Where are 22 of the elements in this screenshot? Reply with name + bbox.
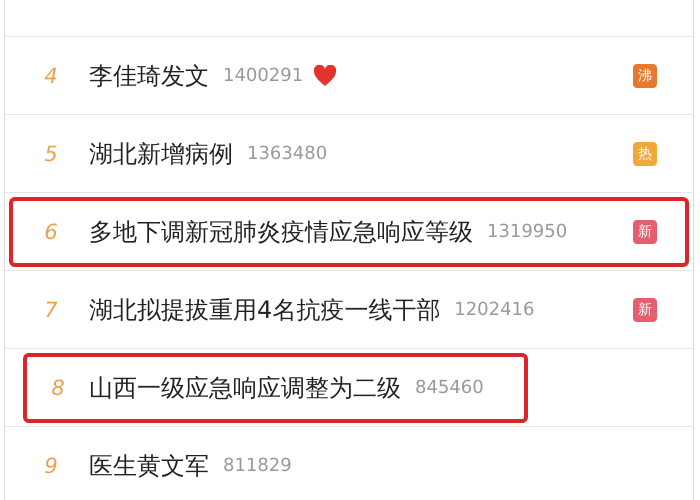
search-count: 1400291 — [223, 65, 304, 86]
rank-number: 4 — [43, 64, 59, 88]
search-count: 845460 — [415, 377, 484, 398]
topic-link[interactable]: 多地下调新冠肺炎疫情应急响应等级 — [89, 216, 473, 248]
topic-link[interactable]: 湖北拟提拔重用4名抗疫一线干部 — [89, 294, 440, 326]
tag-badge: 新 — [633, 220, 657, 244]
tag-badge: 新 — [633, 298, 657, 322]
topic-link[interactable]: 医生黄文军 — [89, 450, 209, 482]
rank-number: 7 — [43, 298, 59, 322]
rank-number: 6 — [43, 220, 59, 244]
topic-link[interactable]: 湖北新增病例 — [89, 138, 233, 170]
rank-number: 9 — [43, 454, 59, 478]
topic-link[interactable]: 山西一级应急响应调整为二级 — [89, 372, 401, 404]
search-count: 1202416 — [454, 299, 534, 320]
search-count: 1319950 — [487, 221, 568, 242]
tag-badge: 热 — [633, 142, 657, 166]
tag-badge: 沸 — [633, 64, 657, 88]
search-count: 1363480 — [247, 143, 328, 164]
search-count: 811829 — [223, 455, 292, 476]
rank-number: 5 — [43, 142, 59, 166]
topic-link[interactable]: 李佳琦发文 — [89, 60, 209, 92]
rank-number: 8 — [50, 376, 66, 400]
